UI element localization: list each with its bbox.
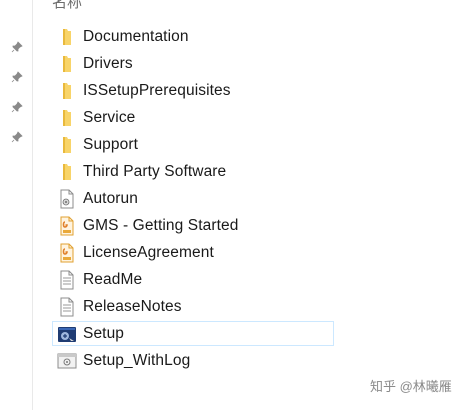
autorun-file-icon — [60, 189, 74, 208]
list-item-gms-getting-started[interactable]: GMS - Getting Started — [52, 213, 334, 238]
list-item-releasenotes[interactable]: ReleaseNotes — [52, 294, 334, 319]
pdf-file-icon — [60, 216, 74, 235]
file-explorer-window: 名称 Documentation Drivers ISSetupPrerequi… — [0, 0, 475, 410]
setup-exe-icon — [58, 326, 76, 342]
file-name: LicenseAgreement — [83, 243, 214, 261]
pin-icon[interactable] — [11, 41, 23, 53]
pdf-file-icon — [60, 243, 74, 262]
file-name: Setup — [83, 324, 125, 342]
text-file-icon — [60, 270, 74, 289]
file-name: Setup_WithLog — [83, 351, 191, 369]
file-name: Third Party Software — [83, 162, 227, 180]
list-item-setup-withlog[interactable]: Setup_WithLog — [52, 348, 334, 373]
folder-icon — [63, 82, 71, 99]
pin-icon[interactable] — [11, 131, 23, 143]
list-item-autorun[interactable]: Autorun — [52, 186, 334, 211]
file-name: Drivers — [83, 54, 133, 72]
list-item-documentation[interactable]: Documentation — [52, 24, 334, 49]
list-item-third-party-software[interactable]: Third Party Software — [52, 159, 334, 184]
watermark: 知乎 @林曦雁 — [370, 379, 452, 394]
pin-icon[interactable] — [11, 71, 23, 83]
list-item-drivers[interactable]: Drivers — [52, 51, 334, 76]
text-file-icon — [60, 297, 74, 316]
list-item-support[interactable]: Support — [52, 132, 334, 157]
column-header-name[interactable]: 名称 — [52, 0, 82, 12]
quick-access-pane — [0, 0, 33, 410]
list-item-readme[interactable]: ReadMe — [52, 267, 334, 292]
folder-icon — [63, 163, 71, 180]
file-name: Support — [83, 135, 138, 153]
folder-icon — [63, 28, 71, 45]
folder-icon — [63, 55, 71, 72]
list-item-issetupprerequisites[interactable]: ISSetupPrerequisites — [52, 78, 334, 103]
file-name: GMS - Getting Started — [83, 216, 239, 234]
pin-icon[interactable] — [11, 101, 23, 113]
folder-icon — [63, 136, 71, 153]
file-name: ReadMe — [83, 270, 143, 288]
file-name: ISSetupPrerequisites — [83, 81, 231, 99]
list-item-licenseagreement[interactable]: LicenseAgreement — [52, 240, 334, 265]
file-list: Documentation Drivers ISSetupPrerequisit… — [52, 24, 334, 375]
folder-icon — [63, 109, 71, 126]
file-name: Service — [83, 108, 136, 126]
batch-file-icon — [57, 353, 77, 368]
file-name: Autorun — [83, 189, 138, 207]
file-name: ReleaseNotes — [83, 297, 182, 315]
file-name: Documentation — [83, 27, 189, 45]
list-item-setup[interactable]: Setup — [52, 321, 334, 346]
list-item-service[interactable]: Service — [52, 105, 334, 130]
